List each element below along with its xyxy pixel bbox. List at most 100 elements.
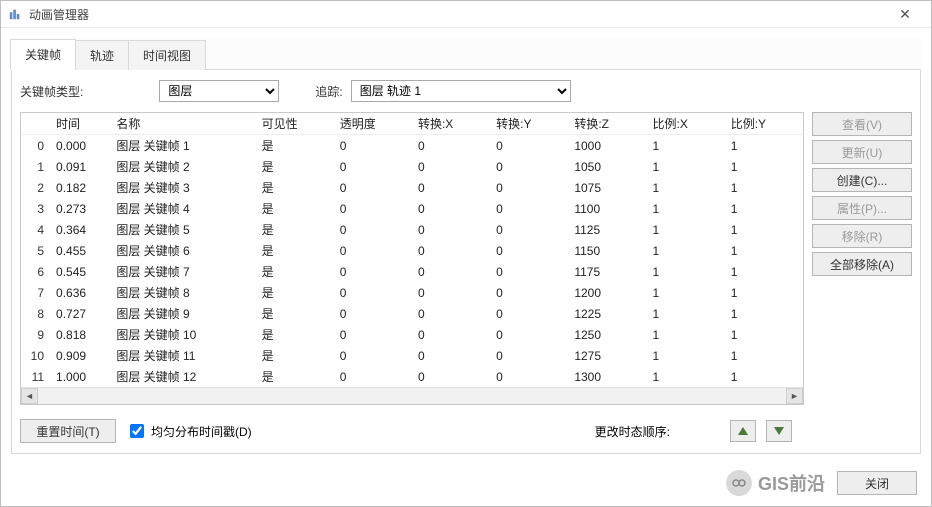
cell: 图层 关键帧 1 <box>110 135 255 157</box>
tab-tracks[interactable]: 轨迹 <box>75 40 129 70</box>
col-transparency[interactable]: 透明度 <box>334 113 412 135</box>
cell: 6 <box>21 261 50 282</box>
create-button[interactable]: 创建(C)... <box>812 168 912 192</box>
cell: 0.818 <box>50 324 110 345</box>
table-row[interactable]: 40.364图层 关键帧 5是000112511 <box>21 219 803 240</box>
tab-keyframes[interactable]: 关键帧 <box>10 39 76 70</box>
cell: 0 <box>490 135 568 157</box>
table-scroll[interactable]: 时间 名称 可见性 透明度 转换:X 转换:Y 转换:Z 比例:X 比例:Y <box>21 113 803 387</box>
cell: 1 <box>725 303 803 324</box>
cell: 1000 <box>568 135 646 157</box>
even-distribute-checkbox[interactable]: 均匀分布时间戳(D) <box>126 421 252 441</box>
scroll-right-icon[interactable]: ► <box>786 388 803 404</box>
keyframe-type-select[interactable]: 图层 <box>159 80 279 102</box>
cell: 0 <box>490 177 568 198</box>
col-convert-x[interactable]: 转换:X <box>412 113 490 135</box>
cell: 0 <box>334 240 412 261</box>
col-name[interactable]: 名称 <box>110 113 255 135</box>
col-scale-y[interactable]: 比例:Y <box>725 113 803 135</box>
cell: 0 <box>334 303 412 324</box>
change-order-label: 更改时态顺序: <box>595 423 670 440</box>
col-convert-y[interactable]: 转换:Y <box>490 113 568 135</box>
table-row[interactable]: 90.818图层 关键帧 10是000125011 <box>21 324 803 345</box>
remove-button[interactable]: 移除(R) <box>812 224 912 248</box>
titlebar: 动画管理器 ✕ <box>1 1 931 28</box>
table-row[interactable]: 50.455图层 关键帧 6是000115011 <box>21 240 803 261</box>
cell: 1125 <box>568 219 646 240</box>
cell: 是 <box>256 135 334 157</box>
cell: 0 <box>334 261 412 282</box>
cell: 0.909 <box>50 345 110 366</box>
cell: 0 <box>412 240 490 261</box>
cell: 图层 关键帧 10 <box>110 324 255 345</box>
cell: 1075 <box>568 177 646 198</box>
cell: 图层 关键帧 5 <box>110 219 255 240</box>
cell: 1 <box>725 324 803 345</box>
properties-button[interactable]: 属性(P)... <box>812 196 912 220</box>
cell: 0 <box>334 324 412 345</box>
close-button[interactable]: 关闭 <box>837 471 917 495</box>
move-down-button[interactable] <box>766 420 792 442</box>
app-window: 动画管理器 ✕ 关键帧 轨迹 时间视图 关键帧类型: 图层 追踪: 图层 轨迹 … <box>0 0 932 507</box>
cell: 1 <box>725 261 803 282</box>
window-title: 动画管理器 <box>29 6 885 23</box>
cell: 1 <box>725 282 803 303</box>
table-row[interactable]: 60.545图层 关键帧 7是000117511 <box>21 261 803 282</box>
cell: 0 <box>490 156 568 177</box>
cell: 0 <box>490 240 568 261</box>
table-row[interactable]: 00.000图层 关键帧 1是000100011 <box>21 135 803 157</box>
cell: 0 <box>412 198 490 219</box>
table-row[interactable]: 80.727图层 关键帧 9是000122511 <box>21 303 803 324</box>
cell: 0 <box>490 261 568 282</box>
tab-time-view[interactable]: 时间视图 <box>128 40 206 70</box>
side-button-column: 查看(V) 更新(U) 创建(C)... 属性(P)... 移除(R) 全部移除… <box>812 112 912 405</box>
col-convert-z[interactable]: 转换:Z <box>568 113 646 135</box>
cell: 1 <box>647 282 725 303</box>
cell: 0 <box>490 219 568 240</box>
move-up-button[interactable] <box>730 420 756 442</box>
app-icon <box>7 6 23 22</box>
cell: 是 <box>256 177 334 198</box>
table-row[interactable]: 70.636图层 关键帧 8是000120011 <box>21 282 803 303</box>
horizontal-scrollbar[interactable]: ◄ ► <box>21 387 803 404</box>
update-button[interactable]: 更新(U) <box>812 140 912 164</box>
cell: 0 <box>490 282 568 303</box>
cell: 图层 关键帧 2 <box>110 156 255 177</box>
cell: 0.455 <box>50 240 110 261</box>
cell: 1250 <box>568 324 646 345</box>
cell: 1300 <box>568 366 646 387</box>
cell: 0 <box>334 198 412 219</box>
cell: 0 <box>412 219 490 240</box>
scroll-track[interactable] <box>38 388 786 404</box>
remove-all-button[interactable]: 全部移除(A) <box>812 252 912 276</box>
cell: 1 <box>647 366 725 387</box>
tab-strip: 关键帧 轨迹 时间视图 <box>11 38 921 70</box>
footer: GIS前沿 关闭 <box>1 464 931 506</box>
window-close-button[interactable]: ✕ <box>885 6 925 23</box>
table-row[interactable]: 111.000图层 关键帧 12是000130011 <box>21 366 803 387</box>
even-distribute-input[interactable] <box>130 424 144 438</box>
view-button[interactable]: 查看(V) <box>812 112 912 136</box>
cell: 1 <box>725 156 803 177</box>
table-row[interactable]: 20.182图层 关键帧 3是000107511 <box>21 177 803 198</box>
cell: 0.273 <box>50 198 110 219</box>
cell: 图层 关键帧 11 <box>110 345 255 366</box>
arrow-up-icon <box>737 425 749 437</box>
cell: 是 <box>256 366 334 387</box>
table-row[interactable]: 10.091图层 关键帧 2是000105011 <box>21 156 803 177</box>
cell: 0 <box>490 366 568 387</box>
col-time[interactable]: 时间 <box>50 113 110 135</box>
cell: 0 <box>334 345 412 366</box>
cell: 0 <box>412 303 490 324</box>
track-label: 追踪: <box>315 83 342 100</box>
table-row[interactable]: 30.273图层 关键帧 4是000110011 <box>21 198 803 219</box>
cell: 0 <box>412 366 490 387</box>
cell: 是 <box>256 324 334 345</box>
cell: 1275 <box>568 345 646 366</box>
table-row[interactable]: 100.909图层 关键帧 11是000127511 <box>21 345 803 366</box>
reset-time-button[interactable]: 重置时间(T) <box>20 419 116 443</box>
col-scale-x[interactable]: 比例:X <box>647 113 725 135</box>
col-visible[interactable]: 可见性 <box>256 113 334 135</box>
track-select[interactable]: 图层 轨迹 1 <box>351 80 571 102</box>
scroll-left-icon[interactable]: ◄ <box>21 388 38 404</box>
